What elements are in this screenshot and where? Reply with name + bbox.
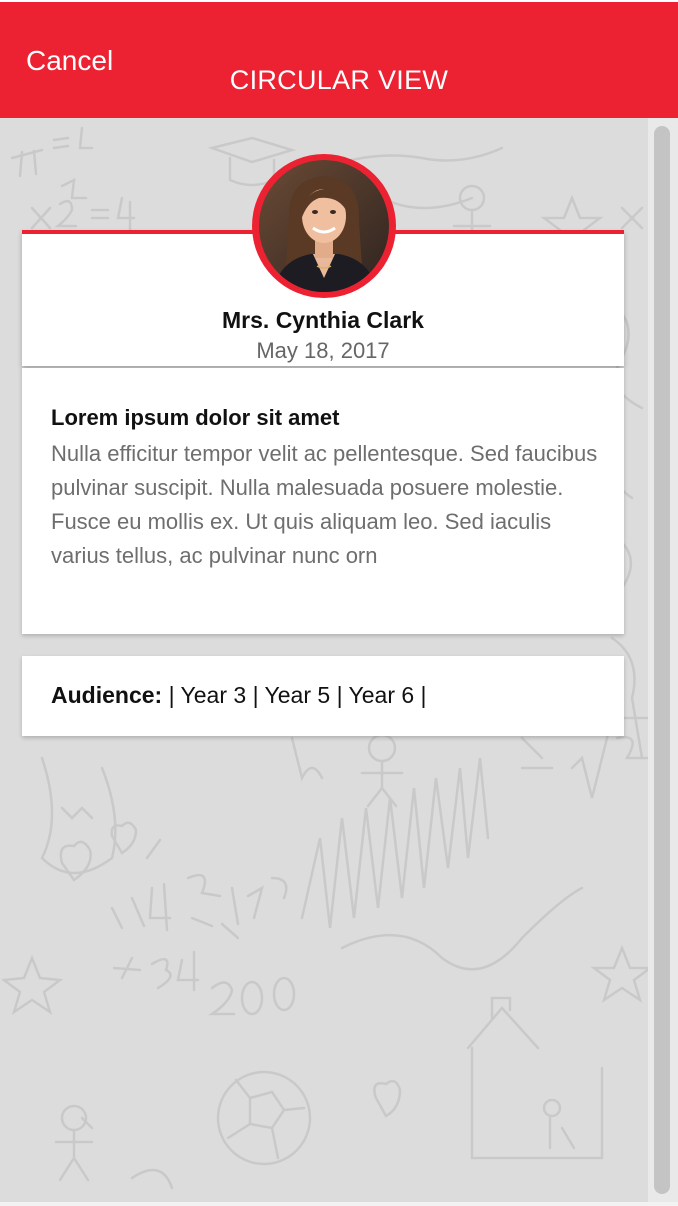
post-date: May 18, 2017: [256, 338, 390, 363]
scrollbar-thumb[interactable]: [654, 126, 670, 1194]
audience-value: | Year 3 | Year 5 | Year 6 |: [162, 682, 427, 708]
audience-row: Audience: | Year 3 | Year 5 | Year 6 |: [51, 682, 427, 709]
circular-view-screen: Cancel CIRCULAR VIEW Mrs. Cynthia Clark …: [0, 0, 678, 1206]
audience-label: Audience:: [51, 682, 163, 708]
author-name: Mrs. Cynthia Clark: [222, 307, 424, 333]
person-photo-icon: [259, 160, 389, 292]
message-title: Lorem ipsum dolor sit amet: [51, 405, 340, 430]
avatar: [259, 160, 389, 292]
page-title: CIRCULAR VIEW: [229, 65, 449, 95]
bottom-bar: [0, 1202, 678, 1206]
message-body: Nulla efficitur tempor velit ac pellente…: [51, 441, 598, 568]
header-bar: Cancel CIRCULAR VIEW: [0, 2, 678, 118]
